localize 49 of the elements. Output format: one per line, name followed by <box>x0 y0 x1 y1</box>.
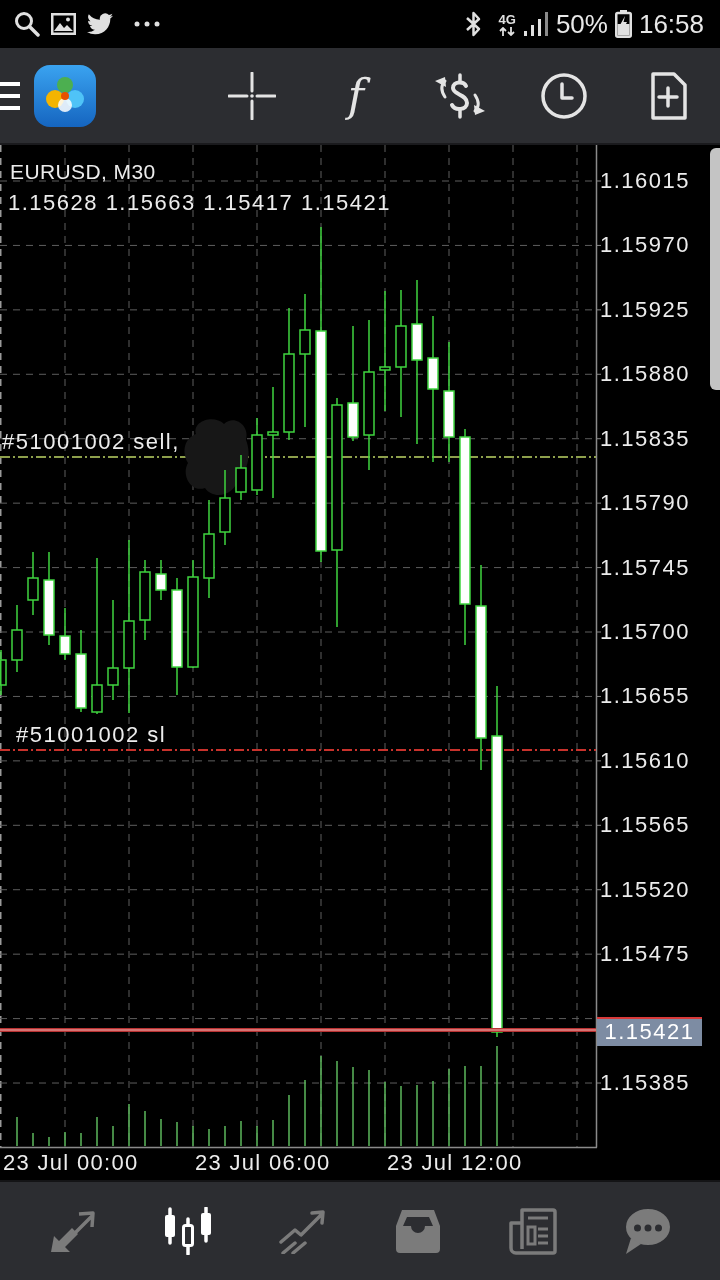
app-logo-icon[interactable] <box>34 64 96 127</box>
price-axis-label: 1.15655 <box>600 683 691 710</box>
trend-arrow-icon[interactable] <box>277 1208 328 1254</box>
price-axis-label: 1.15520 <box>600 876 691 903</box>
candle <box>27 552 39 615</box>
price-axis-label: 1.15475 <box>600 941 691 968</box>
battery-icon <box>614 10 632 38</box>
current-price-tag: 1.15421 <box>597 1017 702 1046</box>
new-document-icon[interactable] <box>649 71 687 120</box>
clock-time: 16:58 <box>638 9 704 39</box>
candle <box>155 560 167 600</box>
currency-exchange-icon[interactable] <box>433 72 487 119</box>
candle <box>235 455 247 500</box>
price-axis-label: 1.15385 <box>600 1070 691 1096</box>
price-axis-label: 1.15610 <box>600 747 691 774</box>
bird-icon <box>87 13 113 35</box>
time-axis-label: 23 Jul 06:00 <box>195 1151 331 1175</box>
search-icon <box>14 11 40 37</box>
order-label: #51001002 sell, <box>2 429 180 455</box>
order-label: #51001002 sl <box>16 722 167 748</box>
clock-icon[interactable] <box>541 72 587 119</box>
price-axis-label: 1.15700 <box>600 619 691 645</box>
more-icon <box>134 21 160 27</box>
candle <box>59 608 71 660</box>
price-axis-label: 1.15745 <box>600 554 691 581</box>
price-axis-label: 1.16015 <box>600 168 691 194</box>
candlestick-icon[interactable] <box>162 1207 213 1255</box>
time-axis-label: 23 Jul 12:00 <box>387 1151 523 1175</box>
battery-percent: 50% <box>555 9 608 39</box>
crosshair-icon[interactable] <box>228 71 276 120</box>
signal-icon <box>522 11 549 37</box>
scrollbar[interactable] <box>710 148 720 390</box>
newspaper-icon[interactable] <box>507 1207 558 1255</box>
network-type-label: 4G <box>498 12 516 27</box>
ohlc-values: 1.15628 1.15663 1.15417 1.15421 <box>8 190 391 216</box>
bluetooth-icon <box>464 10 482 38</box>
time-axis-label: 23 Jul 00:00 <box>3 1151 139 1175</box>
price-axis-label: 1.15925 <box>600 296 691 323</box>
price-axis-label: 1.15970 <box>600 232 691 259</box>
symbol-title: EURUSD, M30 <box>10 159 156 185</box>
price-axis-label: 1.15880 <box>600 361 691 388</box>
function-button[interactable]: f <box>343 70 369 121</box>
menu-icon[interactable] <box>0 81 20 110</box>
price-axis-label: 1.15835 <box>600 425 691 452</box>
image-icon <box>51 13 76 35</box>
data-arrows-icon <box>499 26 516 36</box>
price-axis-label: 1.15790 <box>600 490 691 517</box>
price-axis-label: 1.15565 <box>600 812 691 839</box>
candle <box>11 605 23 672</box>
